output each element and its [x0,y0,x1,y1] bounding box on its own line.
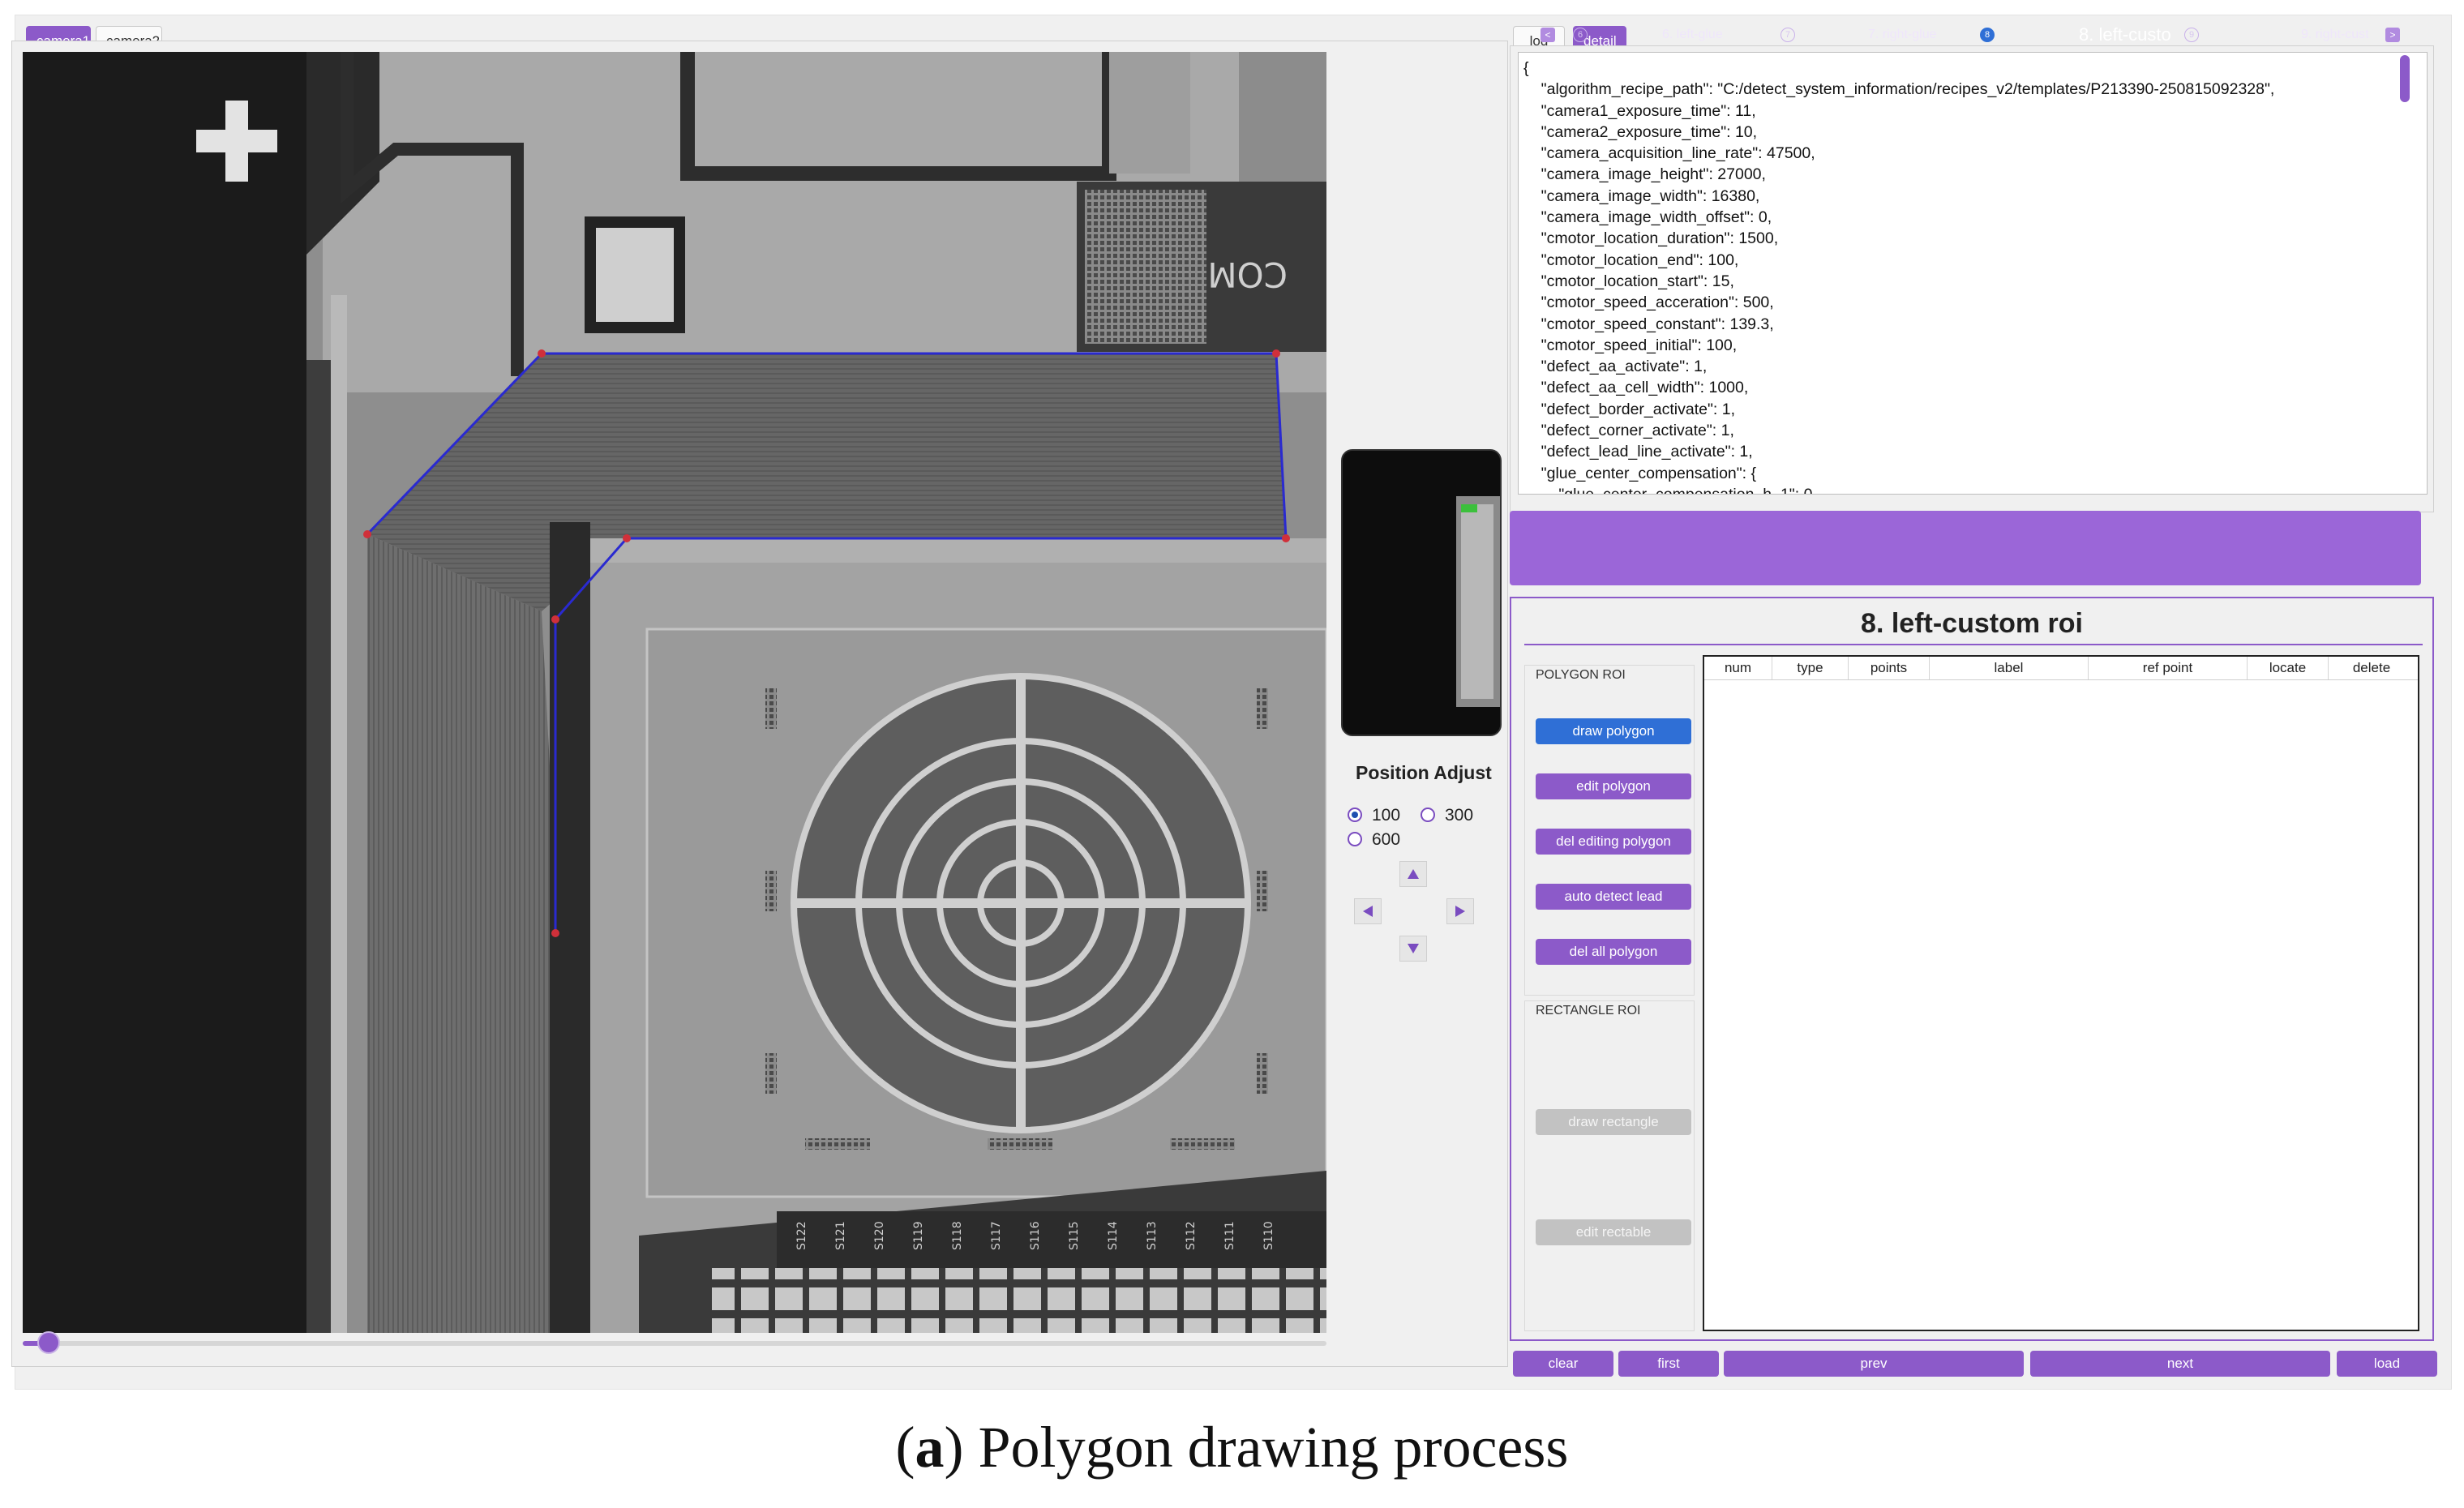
pad-label: S110 [1262,1221,1275,1250]
step-radio-300-label: 300 [1445,806,1474,825]
caption-letter: a [915,1415,945,1480]
pad-label: S116 [1029,1221,1042,1250]
camera-image: COM S122 S121 S120 S119 S118 S117 S116 S… [23,52,1326,1333]
camera-image-viewer[interactable]: COM S122 S121 S120 S119 S118 S117 S116 S… [23,52,1326,1333]
step-radio-600-label: 600 [1372,830,1401,849]
arrow-up-icon [1408,869,1419,879]
pad-label: S117 [990,1221,1003,1250]
del-all-polygon-button[interactable]: del all polygon [1536,939,1691,965]
roi-title-divider [1524,644,2423,645]
next-button[interactable]: next [2030,1351,2330,1377]
edit-rectangle-button[interactable]: edit rectable [1536,1219,1691,1245]
roi-nav-item-6[interactable]: 6. left-glue [1662,28,1723,42]
pad-label: S119 [912,1221,925,1250]
polygon-roi-label: POLYGON ROI [1536,668,1626,682]
roi-nav-item-9[interactable]: 9. right-cust [2301,28,2369,42]
rectangle-roi-group [1524,1000,1695,1331]
col-header-points[interactable]: points [1849,657,1930,679]
first-button[interactable]: first [1618,1351,1719,1377]
zoom-slider-handle[interactable] [37,1331,61,1354]
roi-panel-title: 8. left-custom roi [1861,608,2083,639]
roi-nav-dot-6[interactable]: 6 [1573,28,1588,42]
prev-button[interactable]: prev [1724,1351,2024,1377]
col-header-ref-point[interactable]: ref point [2089,657,2248,679]
col-header-num[interactable]: num [1704,657,1772,679]
json-scrollbar[interactable] [2400,55,2410,102]
pad-label: S118 [951,1221,964,1250]
arrow-right-icon [1455,906,1465,917]
auto-detect-lead-button[interactable]: auto detect lead [1536,884,1691,910]
roi-nav-next-button[interactable]: > [2385,28,2400,42]
pad-label: S120 [873,1221,886,1250]
pad-label: S113 [1146,1221,1159,1250]
overview-thumbnail[interactable] [1341,449,1502,736]
pad-label: S121 [834,1221,847,1250]
col-header-delete[interactable]: delete [2329,657,2415,679]
roi-table[interactable] [1703,655,2419,1331]
zoom-slider-track[interactable] [23,1341,1326,1346]
arrow-down-icon [1408,944,1419,953]
step-radio-600[interactable] [1348,832,1362,846]
roi-nav-bar [1510,511,2421,585]
table-header-divider [1704,679,2418,680]
roi-nav-dot-8[interactable]: 8 [1980,28,1995,42]
load-button[interactable]: load [2337,1351,2437,1377]
move-right-button[interactable] [1446,898,1474,924]
roi-nav-prev-button[interactable]: < [1541,28,1555,42]
roi-nav-dot-7[interactable]: 7 [1781,28,1795,42]
move-left-button[interactable] [1354,898,1382,924]
recipe-json-viewer[interactable]: { "algorithm_recipe_path": "C:/detect_sy… [1518,52,2428,495]
recipe-json-text: { "algorithm_recipe_path": "C:/detect_sy… [1523,59,2275,495]
col-header-label[interactable]: label [1930,657,2089,679]
move-up-button[interactable] [1399,861,1427,887]
pad-label: S115 [1068,1221,1081,1250]
col-header-type[interactable]: type [1772,657,1849,679]
rectangle-roi-label: RECTANGLE ROI [1536,1004,1641,1017]
clear-button[interactable]: clear [1513,1351,1613,1377]
position-adjust-title: Position Adjust [1356,762,1492,783]
roi-nav-dot-9[interactable]: 9 [2184,28,2199,42]
thumbnail-image [1343,451,1500,735]
roi-nav-item-8[interactable]: 8. left-custo [2079,24,2171,45]
roi-nav-item-7[interactable]: 7. right-glue [1868,28,1937,42]
pad-label: S114 [1107,1221,1120,1250]
caption-text: Polygon drawing process [978,1415,1569,1480]
svg-text:COM: COM [1207,255,1288,294]
step-radio-100[interactable] [1348,808,1362,822]
pad-label: S122 [795,1221,808,1250]
draw-polygon-button[interactable]: draw polygon [1536,718,1691,744]
arrow-left-icon [1363,906,1373,917]
move-down-button[interactable] [1399,936,1427,962]
del-editing-polygon-button[interactable]: del editing polygon [1536,829,1691,855]
figure-caption: (a) Polygon drawing process [895,1415,1569,1480]
pad-label: S111 [1223,1221,1236,1250]
draw-rectangle-button[interactable]: draw rectangle [1536,1109,1691,1135]
col-header-locate[interactable]: locate [2248,657,2329,679]
edit-polygon-button[interactable]: edit polygon [1536,773,1691,799]
step-radio-300[interactable] [1421,808,1435,822]
pad-label: S112 [1185,1221,1198,1250]
step-radio-100-label: 100 [1372,806,1401,825]
